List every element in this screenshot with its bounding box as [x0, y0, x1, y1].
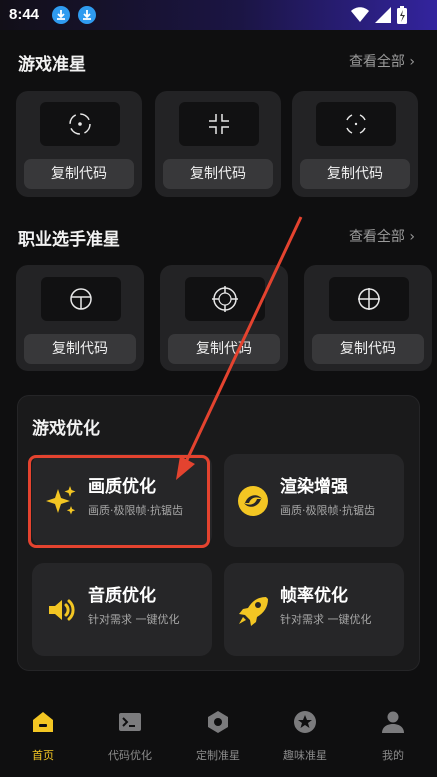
tab-fun-crosshair[interactable]: 趣味准星	[270, 710, 340, 763]
tab-label: 首页	[32, 749, 54, 762]
tab-label: 定制准星	[196, 749, 240, 762]
bottom-tab-bar: 首页 代码优化 定制准星 趣味准星 我的	[0, 700, 437, 777]
hexagon-icon	[208, 711, 228, 733]
annotation-arrow	[176, 216, 303, 480]
tab-home[interactable]: 首页	[8, 710, 78, 763]
tab-profile[interactable]: 我的	[358, 710, 428, 763]
home-icon	[33, 712, 53, 732]
tab-label: 趣味准星	[283, 749, 327, 762]
user-icon	[382, 711, 404, 733]
star-icon	[294, 711, 316, 733]
tab-code-optimize[interactable]: 代码优化	[95, 710, 165, 763]
terminal-icon	[119, 713, 141, 731]
tab-custom-crosshair[interactable]: 定制准星	[183, 710, 253, 763]
tab-label: 代码优化	[108, 749, 152, 762]
tab-label: 我的	[382, 749, 404, 762]
